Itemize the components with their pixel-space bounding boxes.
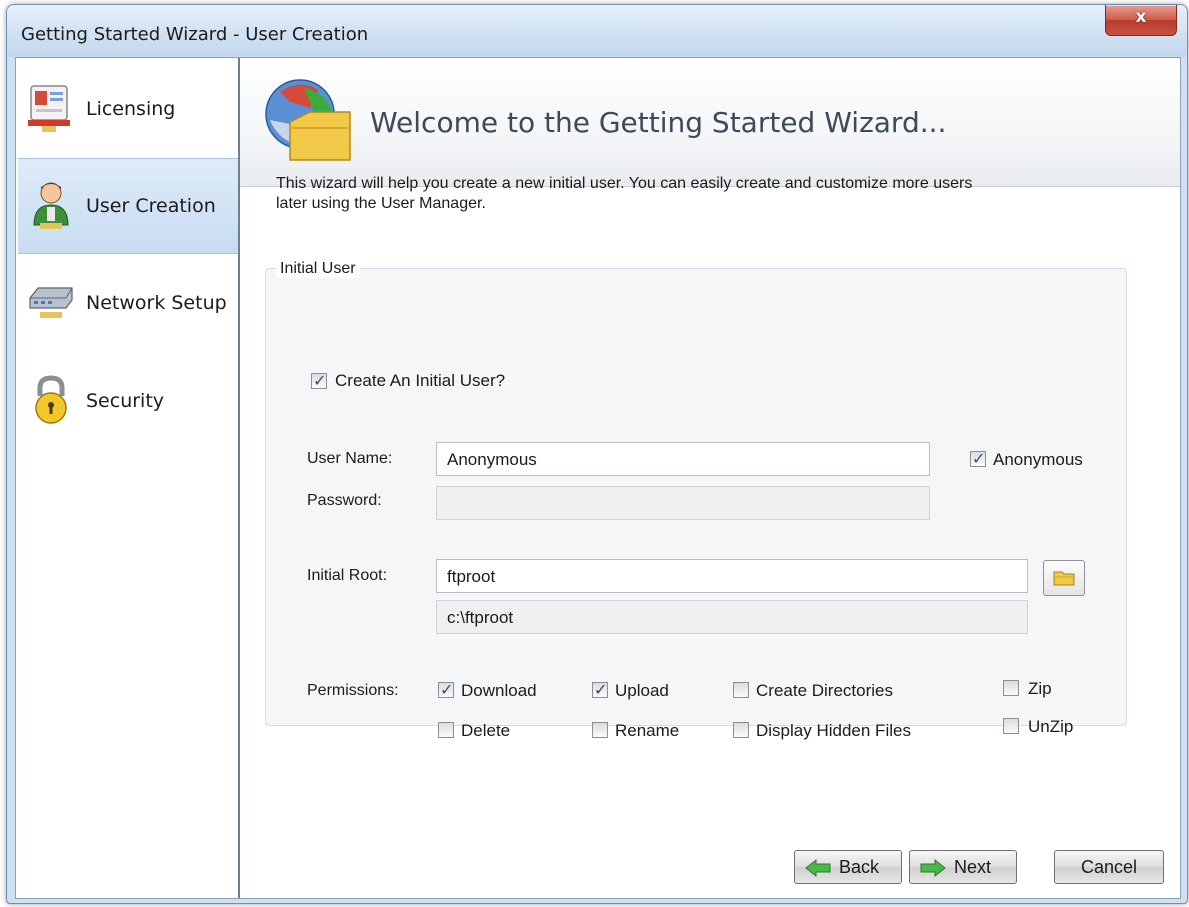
create-initial-user-checkbox[interactable] (311, 371, 327, 390)
close-icon: x (1135, 7, 1147, 27)
wizard-header: Welcome to the Getting Started Wizard... (240, 58, 1180, 187)
permission-display-hidden-files-checkbox[interactable] (733, 722, 749, 738)
permission-create-directories-checkbox[interactable] (733, 682, 749, 698)
intro-line-1: This wizard will help you create a new i… (276, 175, 973, 192)
sidebar-item-label: Network Setup (86, 292, 227, 314)
intro-text: This wizard will help you create a new i… (276, 174, 1136, 214)
sidebar-item-licensing[interactable]: Licensing (18, 62, 238, 156)
permission-create-directories-label: Create Directories (756, 681, 893, 700)
username-field[interactable]: Anonymous (436, 442, 930, 476)
root-path-display: c:\ftproot (436, 600, 1028, 634)
permission-zip-checkbox[interactable] (1003, 680, 1019, 696)
close-button[interactable]: x (1105, 5, 1177, 36)
back-arrow-icon (805, 859, 831, 877)
permission-rename-label: Rename (615, 721, 680, 740)
sidebar-item-label: Security (86, 390, 165, 412)
permission-unzip-checkbox[interactable] (1003, 718, 1019, 734)
back-button[interactable]: Back (794, 850, 902, 884)
cancel-button-label: Cancel (1080, 857, 1138, 877)
anonymous-checkbox[interactable] (970, 449, 986, 468)
permission-delete-label: Delete (461, 721, 511, 740)
permission-upload-label: Upload (615, 681, 669, 700)
permission-unzip-label: UnZip (1028, 717, 1074, 736)
next-arrow-icon (920, 859, 946, 877)
sidebar-item-user-creation[interactable]: User Creation (18, 158, 238, 254)
browse-folder-button[interactable] (1043, 560, 1085, 596)
back-button-label: Back (839, 857, 880, 877)
permissions-label: Permissions: (307, 682, 399, 699)
user-icon (33, 182, 69, 229)
permission-zip-label: Zip (1028, 679, 1052, 698)
sidebar-item-network-setup[interactable]: Network Setup (18, 256, 238, 350)
padlock-icon (35, 375, 67, 424)
sidebar-item-label: Licensing (86, 98, 176, 120)
permission-display-hidden-files-label: Display Hidden Files (756, 721, 911, 740)
permission-delete-checkbox[interactable] (438, 722, 454, 738)
username-label: User Name: (307, 450, 393, 467)
initial-root-label: Initial Root: (307, 567, 388, 584)
sidebar-item-security[interactable]: Security (18, 354, 238, 448)
window-title: Getting Started Wizard - User Creation (21, 24, 369, 45)
next-button[interactable]: Next (909, 850, 1017, 884)
wizard-globe-folder-icon (265, 79, 351, 161)
anonymous-label: Anonymous (993, 450, 1083, 469)
license-certificate-icon (28, 85, 70, 132)
next-button-label: Next (954, 857, 992, 877)
group-title: Initial User (276, 260, 360, 278)
permission-upload-checkbox[interactable] (592, 680, 608, 699)
intro-line-2: later using the User Manager. (276, 195, 486, 212)
create-initial-user-label: Create An Initial User? (335, 371, 506, 390)
password-field[interactable] (436, 486, 930, 520)
initial-root-field[interactable]: ftproot (436, 559, 1028, 593)
title-bar: Getting Started Wizard - User Creation x (7, 5, 1187, 57)
sidebar-item-label: User Creation (86, 195, 216, 217)
permission-rename-checkbox[interactable] (592, 722, 608, 738)
permission-download-label: Download (461, 681, 537, 700)
password-label: Password: (307, 492, 382, 509)
network-device-icon (29, 287, 73, 318)
page-title: Welcome to the Getting Started Wizard... (370, 106, 947, 139)
permission-download-checkbox[interactable] (438, 680, 454, 699)
cancel-button[interactable]: Cancel (1054, 850, 1164, 884)
sidebar: Licensing User Creation Network Setup Se… (16, 58, 240, 898)
folder-icon (1053, 571, 1075, 586)
